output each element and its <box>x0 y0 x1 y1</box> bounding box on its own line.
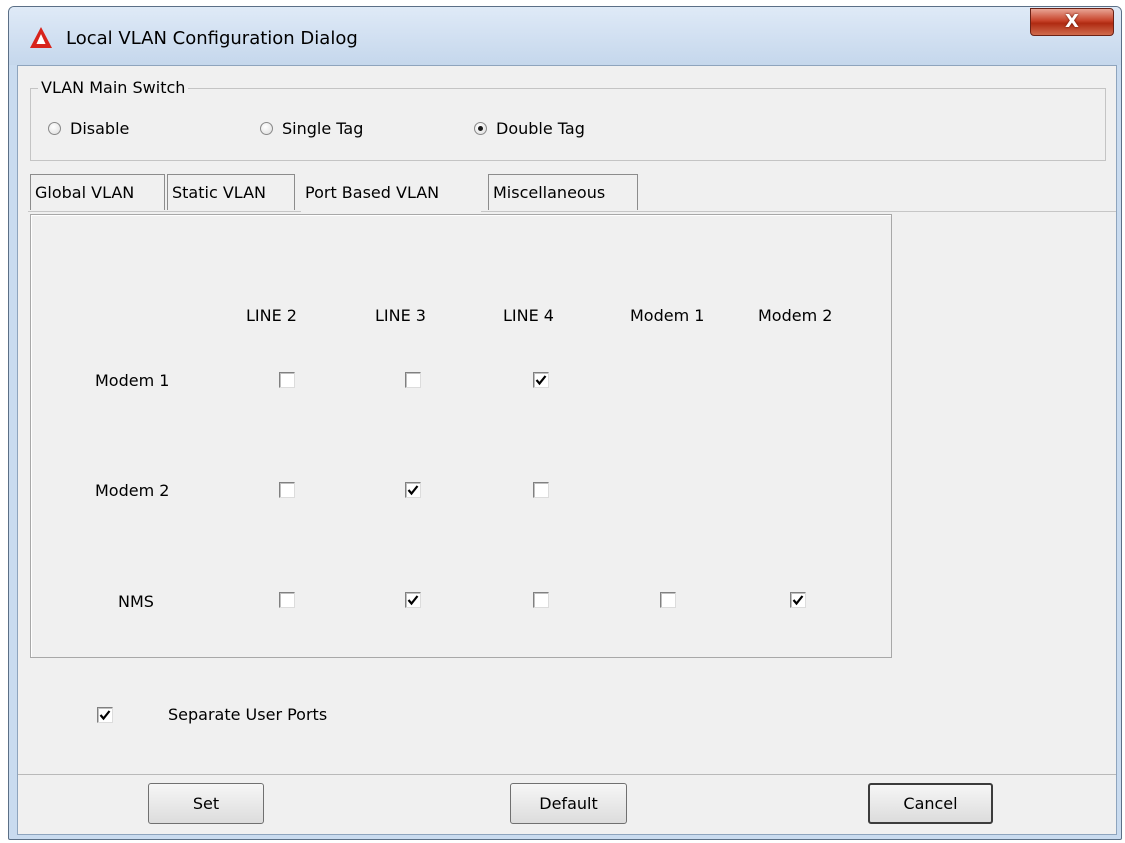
checkbox-nms-modem2[interactable] <box>790 592 806 608</box>
radio-circle-selected <box>474 121 487 135</box>
checkbox-modem1-line3[interactable] <box>405 372 421 388</box>
cancel-button-label: Cancel <box>903 794 958 813</box>
tab-static-vlan[interactable]: Static VLAN <box>167 174 295 210</box>
checkbox-nms-line3[interactable] <box>405 592 421 608</box>
checkmark-icon <box>407 595 419 606</box>
checkmark-icon <box>99 710 111 721</box>
port-vlan-matrix-panel <box>30 214 892 658</box>
row-header-modem2: Modem 2 <box>95 481 170 500</box>
radio-double-tag[interactable]: Double Tag <box>474 117 585 139</box>
checkbox-modem2-line3[interactable] <box>405 482 421 498</box>
group-title: VLAN Main Switch <box>38 78 189 97</box>
radio-single-tag-label: Single Tag <box>282 118 364 138</box>
checkbox-modem1-line4[interactable] <box>533 372 549 388</box>
checkmark-icon <box>407 485 419 496</box>
cancel-button[interactable]: Cancel <box>868 783 993 824</box>
column-header-line3: LINE 3 <box>375 306 426 325</box>
checkmark-icon <box>535 375 547 386</box>
radio-disable-label: Disable <box>70 118 130 138</box>
tab-label: Miscellaneous <box>493 183 606 202</box>
checkbox-modem1-line2[interactable] <box>279 372 295 388</box>
tab-port-based-vlan[interactable]: Port Based VLAN <box>301 172 481 212</box>
row-header-nms: NMS <box>118 592 154 611</box>
checkbox-modem2-line2[interactable] <box>279 482 295 498</box>
checkbox-modem2-line4[interactable] <box>533 482 549 498</box>
checkbox-nms-line2[interactable] <box>279 592 295 608</box>
column-header-line2: LINE 2 <box>246 306 297 325</box>
set-button[interactable]: Set <box>148 783 264 824</box>
column-header-modem2: Modem 2 <box>758 306 833 325</box>
radio-double-tag-label: Double Tag <box>496 118 585 138</box>
separate-user-ports-checkbox[interactable] <box>97 707 113 723</box>
checkbox-nms-line4[interactable] <box>533 592 549 608</box>
default-button[interactable]: Default <box>510 783 627 824</box>
tab-label: Global VLAN <box>35 183 135 202</box>
set-button-label: Set <box>192 794 220 813</box>
separate-user-ports-label: Separate User Ports <box>168 705 328 724</box>
tab-miscellaneous[interactable]: Miscellaneous <box>488 174 638 210</box>
column-header-line4: LINE 4 <box>503 306 554 325</box>
tab-label: Static VLAN <box>172 183 266 202</box>
close-icon: X <box>1065 11 1079 32</box>
column-header-modem1: Modem 1 <box>630 306 705 325</box>
radio-disable[interactable]: Disable <box>48 117 129 139</box>
checkbox-nms-modem1[interactable] <box>660 592 676 608</box>
tab-label: Port Based VLAN <box>305 182 440 202</box>
tab-global-vlan[interactable]: Global VLAN <box>30 174 165 210</box>
checkmark-icon <box>792 595 804 606</box>
radio-single-tag[interactable]: Single Tag <box>260 117 363 139</box>
radio-circle <box>260 121 273 135</box>
window-title: Local VLAN Configuration Dialog <box>66 28 358 49</box>
row-header-modem1: Modem 1 <box>95 371 170 390</box>
app-logo-icon <box>30 27 52 48</box>
radio-circle <box>48 121 61 135</box>
close-button[interactable]: X <box>1030 8 1114 36</box>
default-button-label: Default <box>539 794 598 813</box>
